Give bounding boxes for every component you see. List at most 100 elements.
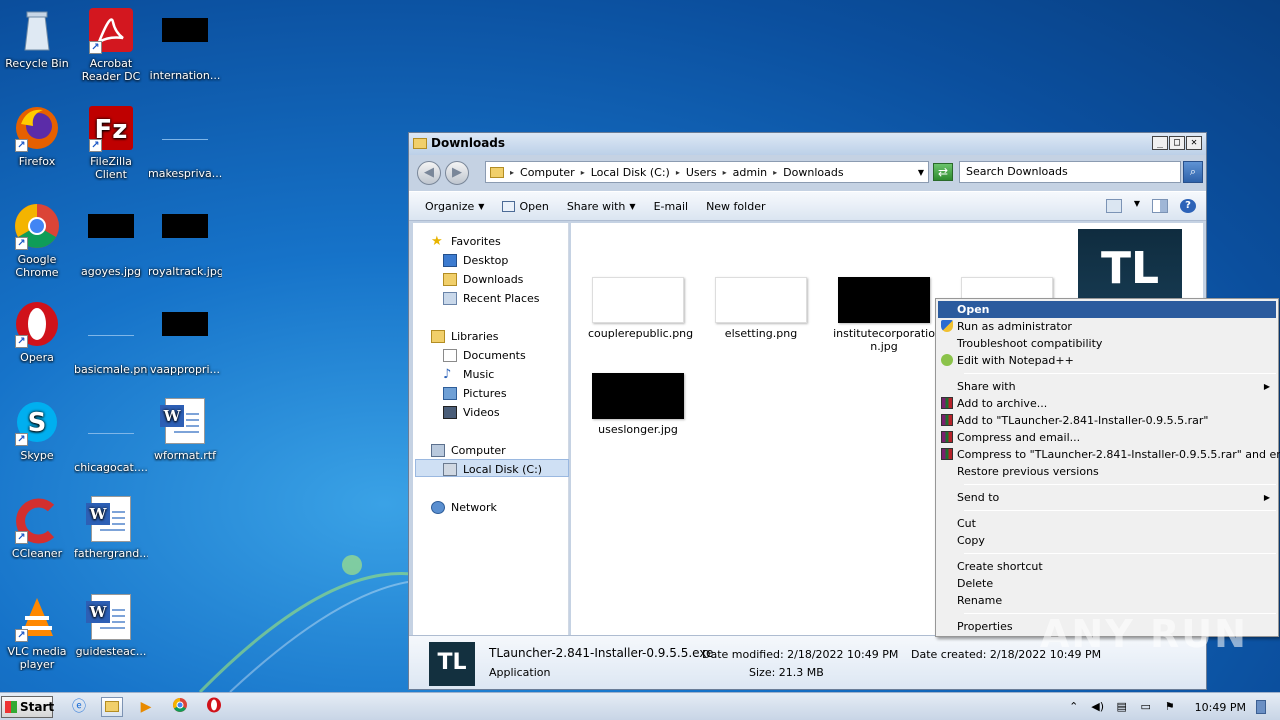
breadcrumb-item[interactable]: admin (733, 166, 767, 179)
change-view-icon[interactable] (1105, 199, 1122, 213)
title-bar[interactable]: Downloads _ □ ✕ (409, 133, 1206, 155)
menu-item-add-to-archive[interactable]: Add to archive... (938, 395, 1276, 412)
close-button[interactable]: ✕ (1186, 136, 1202, 150)
desktop-icon-agoyes[interactable]: agoyes.jpg (74, 202, 148, 278)
menu-item-create-shortcut[interactable]: Create shortcut (938, 558, 1276, 575)
desktop-icon-wformat[interactable]: W wformat.rtf (148, 398, 222, 462)
nav-favorites[interactable]: ★ Favorites (431, 235, 501, 248)
nav-videos[interactable]: Videos (443, 406, 500, 419)
menu-item-run-as-administrator[interactable]: Run as administrator (938, 318, 1276, 335)
menu-item-send-to[interactable]: Send to ▶ (938, 489, 1276, 506)
menu-item-restore-previous[interactable]: Restore previous versions (938, 463, 1276, 480)
menu-item-open[interactable]: Open (938, 301, 1276, 318)
nav-libraries[interactable]: Libraries (431, 330, 499, 343)
desktop-icon-acrobat[interactable]: ↗ Acrobat Reader DC (74, 6, 148, 83)
breadcrumb[interactable]: ▸ Computer ▸ Local Disk (C:) ▸ Users ▸ a… (485, 161, 929, 183)
file-thumbnail[interactable] (592, 277, 684, 323)
breadcrumb-item[interactable]: Downloads (783, 166, 843, 179)
desktop-icon-opera[interactable]: ↗ Opera (0, 300, 74, 364)
menu-item-copy[interactable]: Copy (938, 532, 1276, 549)
menu-item-troubleshoot[interactable]: Troubleshoot compatibility (938, 335, 1276, 352)
start-button[interactable]: Start (1, 696, 54, 718)
show-desktop-button[interactable] (1256, 700, 1266, 714)
network-tray-icon[interactable]: ▤ (1115, 700, 1129, 714)
menu-item-add-to-rar[interactable]: Add to "TLauncher-2.841-Installer-0.9.5.… (938, 412, 1276, 429)
desktop-icon-label: Acrobat Reader DC (81, 57, 141, 83)
help-icon[interactable]: ? (1180, 199, 1196, 213)
volume-icon[interactable]: ◀) (1091, 700, 1105, 714)
desktop-icon-internation[interactable]: internation... (148, 6, 222, 82)
folder-icon (105, 701, 119, 712)
desktop-icon-label: Google Chrome (15, 253, 59, 279)
shortcut-arrow-icon: ↗ (15, 237, 28, 250)
file-name[interactable]: institutecorporation.jpg (828, 327, 940, 353)
chevron-down-icon[interactable]: ▼ (918, 168, 924, 177)
menu-item-compress-to-rar-email[interactable]: Compress to "TLauncher-2.841-Installer-0… (938, 446, 1280, 463)
menu-item-compress-email[interactable]: Compress and email... (938, 429, 1276, 446)
desktop-icon-royaltrack[interactable]: royaltrack.jpg (148, 202, 222, 278)
nav-local-disk[interactable]: Local Disk (C:) (443, 463, 542, 476)
desktop-icon-chicagocat[interactable]: chicagocat.... (74, 398, 148, 474)
desktop-icon-chrome[interactable]: ↗ Google Chrome (0, 202, 74, 279)
desktop-icon-guidesteac[interactable]: W guidesteac... (74, 594, 148, 658)
search-icon[interactable]: ⌕ (1183, 161, 1203, 183)
shortcut-arrow-icon: ↗ (89, 139, 102, 152)
media-player-icon[interactable]: ▶ (135, 697, 157, 717)
refresh-button[interactable]: ⇄ (933, 163, 953, 181)
new-folder-button[interactable]: New folder (706, 200, 765, 213)
share-with-button[interactable]: Share with ▼ (567, 200, 636, 213)
nav-desktop[interactable]: Desktop (443, 254, 508, 267)
chrome-taskbar-icon[interactable] (169, 697, 191, 717)
desktop-icon-basicmale[interactable]: basicmale.png (74, 300, 148, 376)
file-name[interactable]: couplerepublic.png (588, 327, 693, 340)
file-name[interactable]: elsetting.png (711, 327, 811, 340)
clock[interactable]: 10:49 PM (1195, 701, 1246, 714)
desktop-icon-label: royaltrack.jpg (148, 265, 222, 278)
pictures-icon (443, 387, 457, 400)
file-name[interactable]: useslonger.jpg (588, 423, 688, 436)
file-thumbnail[interactable] (592, 373, 684, 419)
file-thumbnail[interactable] (715, 277, 807, 323)
menu-item-rename[interactable]: Rename (938, 592, 1276, 609)
search-input[interactable]: Search Downloads (959, 161, 1181, 183)
open-button[interactable]: Open (502, 200, 549, 213)
maximize-button[interactable]: □ (1169, 136, 1185, 150)
menu-item-share-with[interactable]: Share with ▶ (938, 378, 1276, 395)
email-button[interactable]: E-mail (654, 200, 689, 213)
nav-music[interactable]: ♪ Music (443, 368, 494, 381)
desktop-icon-ccleaner[interactable]: ↗ CCleaner (0, 496, 74, 560)
organize-button[interactable]: Organize ▼ (425, 200, 484, 213)
desktop-icon-makespriva[interactable]: makespriva... (148, 104, 222, 180)
desktop-icon-filezilla[interactable]: Fz ↗ FileZilla Client (74, 104, 148, 181)
desktop-icon-vlc[interactable]: ↗ VLC media player (0, 594, 74, 671)
menu-item-edit-notepadpp[interactable]: Edit with Notepad++ (938, 352, 1276, 369)
desktop-icon-recycle-bin[interactable]: Recycle Bin (0, 6, 74, 70)
desktop-icon-fathergrand[interactable]: W fathergrand... (74, 496, 148, 560)
nav-documents[interactable]: Documents (443, 349, 526, 362)
file-thumbnail[interactable] (838, 277, 930, 323)
minimize-button[interactable]: _ (1152, 136, 1168, 150)
breadcrumb-item[interactable]: Users (686, 166, 717, 179)
explorer-taskbar-icon[interactable] (101, 697, 123, 717)
menu-item-cut[interactable]: Cut (938, 515, 1276, 532)
nav-recent-places[interactable]: Recent Places (443, 292, 540, 305)
desktop-icon-firefox[interactable]: ↗ Firefox (0, 104, 74, 168)
chevron-down-icon[interactable]: ▼ (1134, 199, 1140, 213)
nav-downloads[interactable]: Downloads (443, 273, 523, 286)
nav-network[interactable]: Network (431, 501, 497, 514)
nav-computer[interactable]: Computer (431, 444, 506, 457)
breadcrumb-item[interactable]: Computer (520, 166, 575, 179)
action-center-flag-icon[interactable]: ⚑ (1163, 700, 1177, 714)
desktop-icon-skype[interactable]: S ↗ Skype (0, 398, 74, 462)
internet-explorer-icon[interactable]: ⓔ (68, 697, 90, 717)
show-hidden-icons-icon[interactable]: ⌃ (1067, 700, 1081, 714)
breadcrumb-item[interactable]: Local Disk (C:) (591, 166, 670, 179)
nav-pictures[interactable]: Pictures (443, 387, 507, 400)
opera-taskbar-icon[interactable] (203, 697, 225, 717)
back-button[interactable]: ◀ (417, 161, 441, 185)
forward-button[interactable]: ▶ (445, 161, 469, 185)
preview-pane-icon[interactable] (1152, 199, 1168, 213)
desktop-icon-vaappropri[interactable]: vaappropri... (148, 300, 222, 376)
battery-icon[interactable]: ▭ (1139, 700, 1153, 714)
menu-item-delete[interactable]: Delete (938, 575, 1276, 592)
